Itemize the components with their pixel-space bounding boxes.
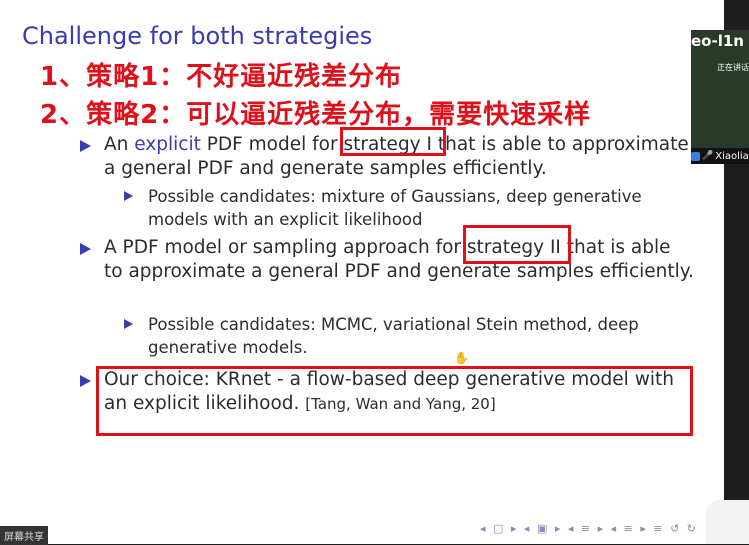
hand-cursor-icon: ✋ (454, 351, 469, 365)
annotation-note-1: 1、策略1：不好逼近残差分布 (40, 62, 403, 92)
annotation-note-2: 2、策略2：可以逼近残差分布，需要快速采样 (40, 100, 592, 130)
video-footer: 🎤 Xiaolia (691, 148, 749, 164)
bullet-2: A PDF model or sampling approach for str… (104, 236, 694, 284)
bullet-2-pre: A PDF model or sampling approach for (104, 237, 467, 258)
sub-bullet-triangle-icon (124, 191, 133, 201)
bullet-1-sub: Possible candidates: mixture of Gaussian… (148, 187, 642, 229)
bullet-2-sub: Possible candidates: MCMC, variational S… (148, 315, 639, 357)
slide-title: Challenge for both strategies (22, 22, 373, 50)
video-name-top: eo-l1n (691, 32, 744, 50)
participant-name: Xiaolia (715, 150, 749, 162)
bullet-triangle-icon (80, 140, 91, 152)
slide: Challenge for both strategies 1、策略1：不好逼近… (0, 0, 724, 544)
bullet-triangle-icon (80, 243, 91, 255)
speaker-video-panel[interactable]: eo-l1n 正在讲话 🎤 Xiaolia (691, 30, 749, 164)
person-icon (691, 151, 700, 161)
bullet-1-pre: An (104, 134, 135, 155)
mic-icon: 🎤 (702, 151, 714, 161)
annotation-box-strategy-2 (463, 225, 571, 264)
screen-share-label: 屏幕共享 (0, 526, 48, 545)
annotation-box-our-choice (96, 366, 693, 436)
sub-bullet-triangle-icon (124, 319, 133, 329)
bullet-triangle-icon (80, 375, 91, 387)
annotation-box-strategy-1 (340, 127, 446, 156)
corner-widget[interactable] (706, 500, 749, 544)
bullet-1-mid: PDF model for (200, 134, 344, 155)
beamer-navigation-bar[interactable]: ◂ ▢ ▸ ◂ ▣ ▸ ◂ ≡ ▸ ◂ ≡ ▸ ≡ ↺ ↻ (480, 522, 698, 535)
speaking-tag: 正在讲话 (717, 63, 749, 72)
bullet-1-explicit: explicit (134, 134, 201, 155)
